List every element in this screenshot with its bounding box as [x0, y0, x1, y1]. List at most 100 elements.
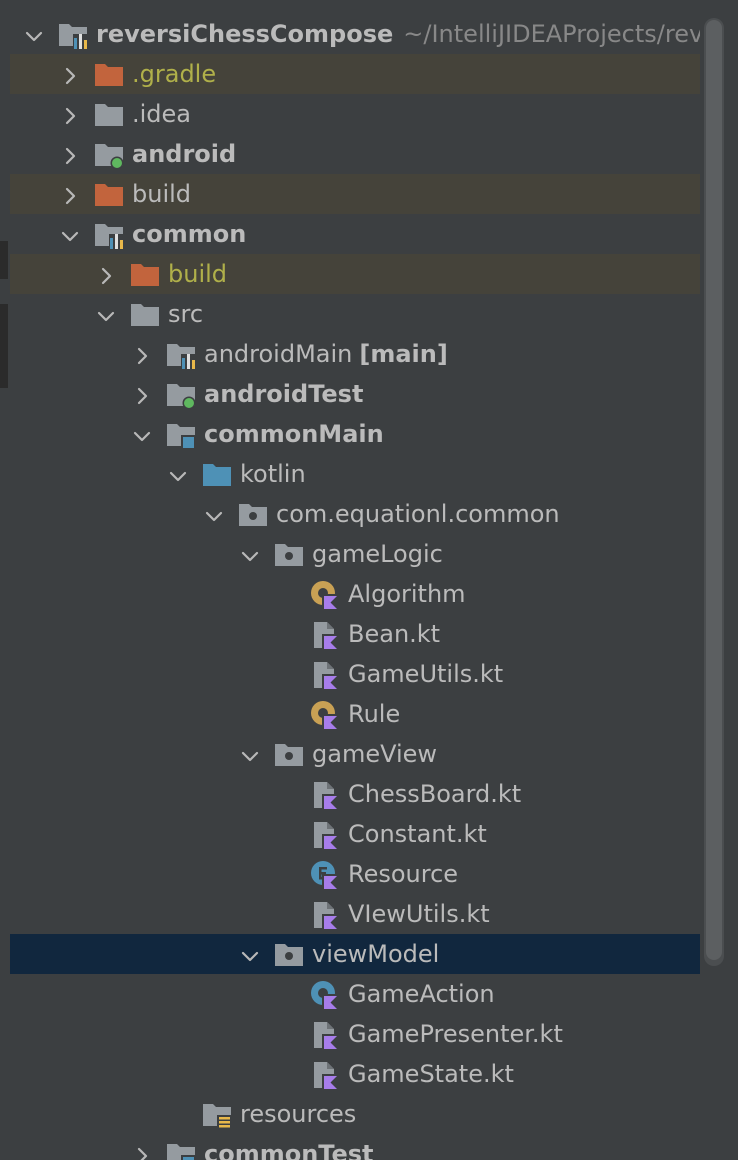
kotlin-enum-icon: [310, 860, 340, 890]
tree-row-label: androidTest: [204, 380, 364, 408]
folder-icon: [130, 300, 160, 330]
kotlin-file-icon: [310, 660, 340, 690]
tree-row-rule[interactable]: Rule: [10, 694, 700, 734]
chevron-down-icon[interactable]: [168, 464, 188, 484]
tree-row-label: common: [132, 220, 247, 248]
tree-row-common-build[interactable]: build: [10, 254, 700, 294]
tree-row-reversichesscompose[interactable]: reversiChessCompose ~/IntelliJIDEAProject…: [10, 14, 700, 54]
tree-row-label: kotlin: [240, 460, 306, 488]
tree-row-src[interactable]: src: [10, 294, 700, 334]
tree-row-label: androidMain [main]: [204, 340, 448, 368]
kotlin-file-icon: [310, 1060, 340, 1090]
module-folder-icon: [166, 340, 196, 370]
package-icon: [274, 940, 304, 970]
kotlin-file-icon: [310, 820, 340, 850]
tree-row-label: .idea: [132, 100, 192, 128]
vertical-scrollbar[interactable]: [704, 18, 724, 966]
tree-row-label: ChessBoard.kt: [348, 780, 522, 808]
chevron-right-icon[interactable]: [60, 184, 80, 205]
kotlin-file-icon: [310, 620, 340, 650]
source-set-folder-icon: [166, 420, 196, 450]
excluded-folder-icon: [94, 180, 124, 210]
tree-row-gradle[interactable]: .gradle: [10, 54, 700, 94]
tree-row-label: GamePresenter.kt: [348, 1020, 563, 1048]
tree-row-kotlin[interactable]: kotlin: [10, 454, 700, 494]
tree-row-label: Rule: [348, 700, 401, 728]
tree-row-label: Bean.kt: [348, 620, 441, 648]
chevron-down-icon[interactable]: [204, 504, 224, 524]
tree-row-label: Constant.kt: [348, 820, 487, 848]
kotlin-class-icon: [310, 700, 340, 730]
tree-row-constant-kt[interactable]: Constant.kt: [10, 814, 700, 854]
tree-row-gameutils-kt[interactable]: GameUtils.kt: [10, 654, 700, 694]
tree-row-label: gameView: [312, 740, 438, 768]
tree-row-label: .gradle: [132, 60, 217, 88]
tree-row-android[interactable]: android: [10, 134, 700, 174]
tree-row-text: reversiChessCompose: [96, 20, 394, 48]
kotlin-file-icon: [310, 1020, 340, 1050]
tree-row-label: GameUtils.kt: [348, 660, 504, 688]
tree-row-label: commonTest: [204, 1140, 374, 1160]
tree-row-resource[interactable]: Resource: [10, 854, 700, 894]
tree-row-label: VIewUtils.kt: [348, 900, 490, 928]
tree-row-viewmodel[interactable]: viewModel: [10, 934, 700, 974]
chevron-down-icon[interactable]: [132, 424, 152, 444]
tree-row-label: build: [132, 180, 192, 208]
chevron-down-icon[interactable]: [24, 24, 44, 44]
tree-row-commontest[interactable]: commonTest: [10, 1134, 700, 1160]
tree-row-package-root[interactable]: com.equationl.common: [10, 494, 700, 534]
tree-row-label: resources: [240, 1100, 357, 1128]
excluded-folder-icon: [94, 60, 124, 90]
tree-row-label: Algorithm: [348, 580, 466, 608]
project-path-hint: ~/IntelliJIDEAProjects/rev: [403, 20, 700, 48]
android-test-folder-icon: [166, 380, 196, 410]
tree-row-common[interactable]: common: [10, 214, 700, 254]
tree-row-bean-kt[interactable]: Bean.kt: [10, 614, 700, 654]
resources-folder-icon: [202, 1100, 232, 1130]
tree-row-label: viewModel: [312, 940, 440, 968]
tree-row-label: GameAction: [348, 980, 495, 1008]
chevron-down-icon[interactable]: [240, 544, 260, 564]
tree-row-commonmain[interactable]: commonMain: [10, 414, 700, 454]
package-icon: [274, 540, 304, 570]
scrollbar-thumb[interactable]: [706, 20, 722, 960]
tree-row-algorithm[interactable]: Algorithm: [10, 574, 700, 614]
chevron-right-icon[interactable]: [132, 384, 152, 405]
excluded-folder-icon: [130, 260, 160, 290]
tree-row-idea[interactable]: .idea: [10, 94, 700, 134]
tree-row-label: reversiChessCompose ~/IntelliJIDEAProject…: [96, 20, 700, 48]
tree-row-gamestate-kt[interactable]: GameState.kt: [10, 1054, 700, 1094]
tree-row-label: src: [168, 300, 204, 328]
tree-row-gamelogic[interactable]: gameLogic: [10, 534, 700, 574]
tree-row-androidmain[interactable]: androidMain [main]: [10, 334, 700, 374]
tree-row-gameview[interactable]: gameView: [10, 734, 700, 774]
android-module-icon: [94, 140, 124, 170]
left-edge-marker: [0, 241, 8, 279]
chevron-right-icon[interactable]: [60, 144, 80, 165]
kotlin-file-icon: [310, 900, 340, 930]
chevron-right-icon[interactable]: [60, 64, 80, 85]
chevron-down-icon[interactable]: [60, 224, 80, 244]
source-root-suffix: [main]: [359, 340, 448, 368]
kotlin-class-icon: [310, 580, 340, 610]
kotlin-sealed-class-icon: [310, 980, 340, 1010]
chevron-down-icon[interactable]: [240, 744, 260, 764]
tree-row-gameaction[interactable]: GameAction: [10, 974, 700, 1014]
left-edge-strip: [0, 0, 10, 1160]
chevron-right-icon[interactable]: [132, 1144, 152, 1160]
chevron-down-icon[interactable]: [96, 304, 116, 324]
tree-row-build[interactable]: build: [10, 174, 700, 214]
chevron-right-icon[interactable]: [132, 344, 152, 365]
chevron-right-icon[interactable]: [60, 104, 80, 125]
left-edge-marker: [0, 304, 8, 388]
chevron-right-icon[interactable]: [96, 264, 116, 285]
chevron-down-icon[interactable]: [240, 944, 260, 964]
tree-row-androidtest[interactable]: androidTest: [10, 374, 700, 414]
tree-row-label: Resource: [348, 860, 459, 888]
tree-row-viewutils-kt[interactable]: VIewUtils.kt: [10, 894, 700, 934]
tree-row-gamepresenter-kt[interactable]: GamePresenter.kt: [10, 1014, 700, 1054]
kotlin-file-icon: [310, 780, 340, 810]
module-folder-icon: [58, 20, 88, 50]
tree-row-resources[interactable]: resources: [10, 1094, 700, 1134]
tree-row-chessboard-kt[interactable]: ChessBoard.kt: [10, 774, 700, 814]
